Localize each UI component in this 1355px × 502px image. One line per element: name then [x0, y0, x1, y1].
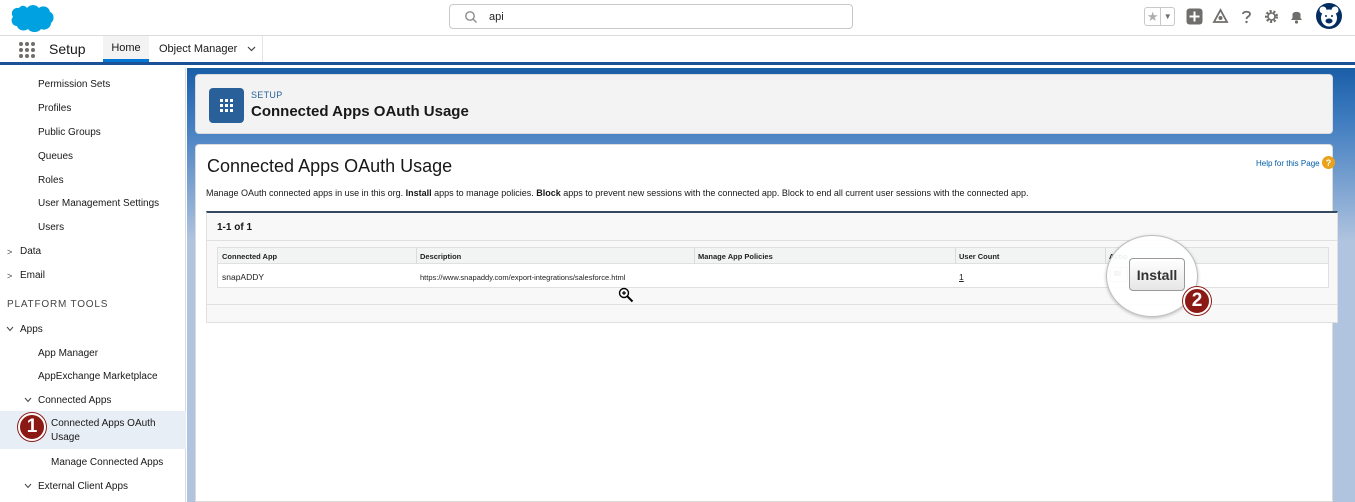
cell-connected-app: snapADDY	[222, 272, 265, 282]
help-for-this-page-link[interactable]: Help for this Page	[1256, 159, 1320, 168]
sidebar-item-label: Manage Connected Apps	[51, 457, 164, 468]
favorites-button-group[interactable]: ★ ▼	[1144, 7, 1175, 26]
setup-gear-icon[interactable]	[1263, 8, 1280, 25]
setup-sidebar: Permission Sets Profiles Public Groups Q…	[0, 68, 186, 502]
column-header-user-count[interactable]: User Count	[959, 252, 999, 261]
sidebar-item-label: Apps	[20, 324, 43, 335]
content-title: Connected Apps OAuth Usage	[207, 156, 453, 176]
sidebar-item-label: App Manager	[38, 348, 99, 359]
sidebar-item-label: AppExchange Marketplace	[38, 371, 158, 382]
column-header-manage-app-policies[interactable]: Manage App Policies	[698, 252, 773, 261]
page-description: Manage OAuth connected apps in use in th…	[206, 188, 1029, 198]
sidebar-item-label: Permission Sets	[38, 79, 111, 90]
bear-avatar-icon	[1319, 6, 1339, 27]
help-question-icon[interactable]: ?	[1322, 156, 1335, 169]
search-value: api	[489, 11, 504, 23]
global-header: api ★ ▼	[0, 0, 1355, 36]
user-avatar[interactable]	[1316, 3, 1342, 29]
sidebar-item-apps[interactable]: Apps	[0, 324, 186, 335]
page-title: Connected Apps OAuth Usage	[251, 103, 469, 120]
sidebar-item-label: Data	[20, 246, 42, 257]
description-text: apps to prevent new sessions with the co…	[560, 188, 1029, 198]
sidebar-item-external-client-apps[interactable]: External Client Apps	[0, 481, 186, 492]
sidebar-item-label: External Client Apps	[38, 481, 129, 492]
sidebar-item-connected-apps[interactable]: Connected Apps	[0, 395, 186, 406]
favorites-dropdown-icon[interactable]: ▼	[1161, 8, 1174, 25]
sidebar-item-users[interactable]: Users	[0, 222, 186, 233]
step-badge-2: 2	[1183, 287, 1211, 315]
description-bold-block: Block	[536, 188, 561, 198]
description-bold-install: Install	[405, 188, 432, 198]
add-icon[interactable]	[1186, 8, 1203, 25]
tab-home[interactable]: Home	[103, 36, 149, 62]
chevron-down-icon[interactable]	[24, 397, 32, 403]
tab-home-label: Home	[111, 41, 141, 54]
sidebar-item-label: Public Groups	[38, 127, 101, 138]
salesforce-cloud-logo[interactable]	[9, 3, 54, 33]
cell-user-count-link[interactable]: 1	[959, 272, 964, 282]
sidebar-item-queues[interactable]: Queues	[0, 151, 186, 162]
pagination-count: 1-1 of 1	[217, 222, 253, 233]
sidebar-item-appexchange-marketplace[interactable]: AppExchange Marketplace	[0, 371, 186, 382]
sidebar-item-user-management-settings[interactable]: User Management Settings	[0, 198, 186, 209]
app-launcher-icon[interactable]	[19, 42, 35, 58]
sidebar-item-manage-connected-apps[interactable]: Manage Connected Apps	[0, 457, 186, 468]
cell-description: https://www.snapaddy.com/export-integrat…	[420, 273, 626, 282]
notifications-bell-icon[interactable]	[1288, 8, 1305, 25]
trailhead-icon[interactable]	[1212, 8, 1229, 25]
sidebar-item-profiles[interactable]: Profiles	[0, 103, 186, 114]
sidebar-item-label: Profiles	[38, 103, 72, 114]
divider	[1105, 248, 1106, 264]
sidebar-item-label: Roles	[38, 175, 64, 186]
help-icon[interactable]	[1238, 8, 1255, 25]
chevron-down-icon[interactable]	[24, 483, 32, 489]
sidebar-item-app-manager[interactable]: App Manager	[0, 348, 186, 359]
setup-grid-icon	[209, 88, 244, 123]
sidebar-item-public-groups[interactable]: Public Groups	[0, 127, 186, 138]
tab-object-manager[interactable]: Object Manager	[149, 36, 263, 62]
sidebar-item-label: User Management Settings	[38, 198, 160, 209]
chevron-down-icon[interactable]	[247, 46, 256, 52]
sidebar-item-data[interactable]: > Data	[0, 246, 186, 257]
app-name: Setup	[49, 41, 86, 57]
app-nav-bar: Setup Home Object Manager	[0, 36, 1355, 65]
description-text: apps to manage policies.	[431, 188, 537, 198]
tab-object-manager-label: Object Manager	[159, 43, 238, 55]
column-header-description[interactable]: Description	[420, 252, 461, 261]
page-header-eyebrow: SETUP	[251, 90, 283, 100]
chevron-down-icon[interactable]	[6, 326, 14, 332]
sidebar-item-label: Connected Apps OAuth Usage	[51, 418, 156, 443]
sidebar-item-label: Email	[20, 270, 46, 281]
sidebar-item-roles[interactable]: Roles	[0, 175, 186, 186]
divider	[955, 248, 956, 264]
favorites-star-icon[interactable]: ★	[1145, 8, 1162, 25]
search-icon	[465, 11, 477, 23]
sidebar-item-label: Connected Apps	[38, 395, 112, 406]
step-badge-1: 1	[18, 413, 46, 441]
chevron-right-icon[interactable]: >	[7, 247, 12, 257]
zoom-in-cursor-icon	[618, 287, 634, 303]
divider	[416, 248, 417, 264]
install-button[interactable]: Install	[1129, 258, 1185, 291]
sidebar-item-permission-sets[interactable]: Permission Sets	[0, 79, 186, 90]
sidebar-item-label: Users	[38, 222, 65, 233]
sidebar-section-heading: PLATFORM TOOLS	[7, 299, 109, 310]
chevron-right-icon[interactable]: >	[7, 271, 12, 281]
content-card: Connected Apps OAuth Usage Help for this…	[195, 144, 1338, 502]
global-search-input[interactable]: api	[449, 4, 853, 29]
divider	[694, 248, 695, 264]
column-header-connected-app[interactable]: Connected App	[222, 252, 277, 261]
sidebar-item-label: Queues	[38, 151, 74, 162]
sidebar-item-email[interactable]: > Email	[0, 270, 186, 281]
page-header: SETUP Connected Apps OAuth Usage	[195, 74, 1333, 134]
description-text: Manage OAuth connected apps in use in th…	[206, 188, 406, 198]
